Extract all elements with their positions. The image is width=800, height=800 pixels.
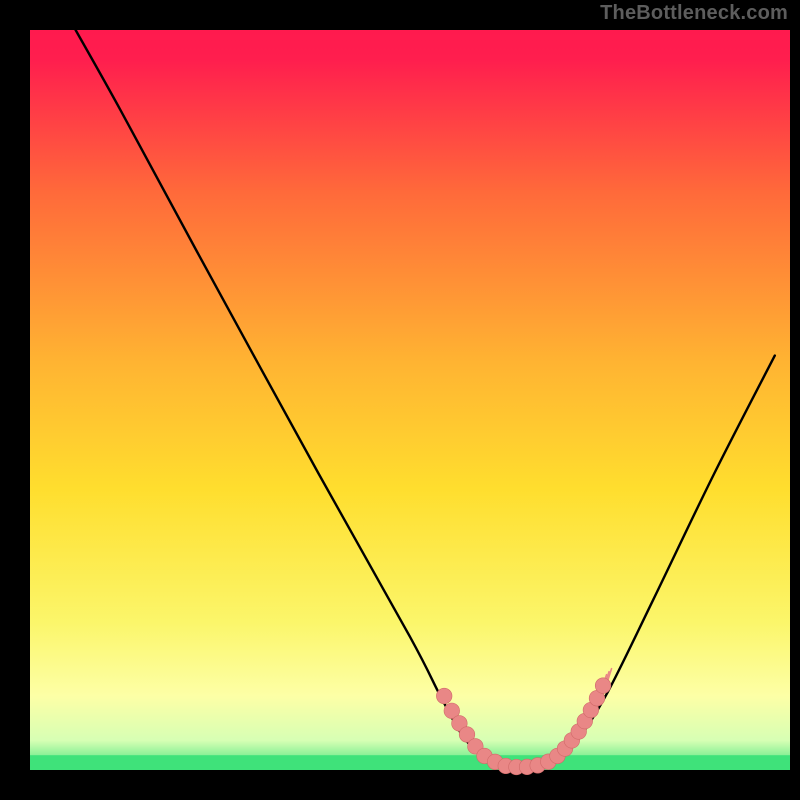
bottleneck-chart	[0, 0, 800, 800]
chart-stage: TheBottleneck.com	[0, 0, 800, 800]
watermark-text: TheBottleneck.com	[600, 2, 788, 25]
plot-background	[30, 30, 790, 770]
optimal-zone-band	[30, 755, 790, 770]
